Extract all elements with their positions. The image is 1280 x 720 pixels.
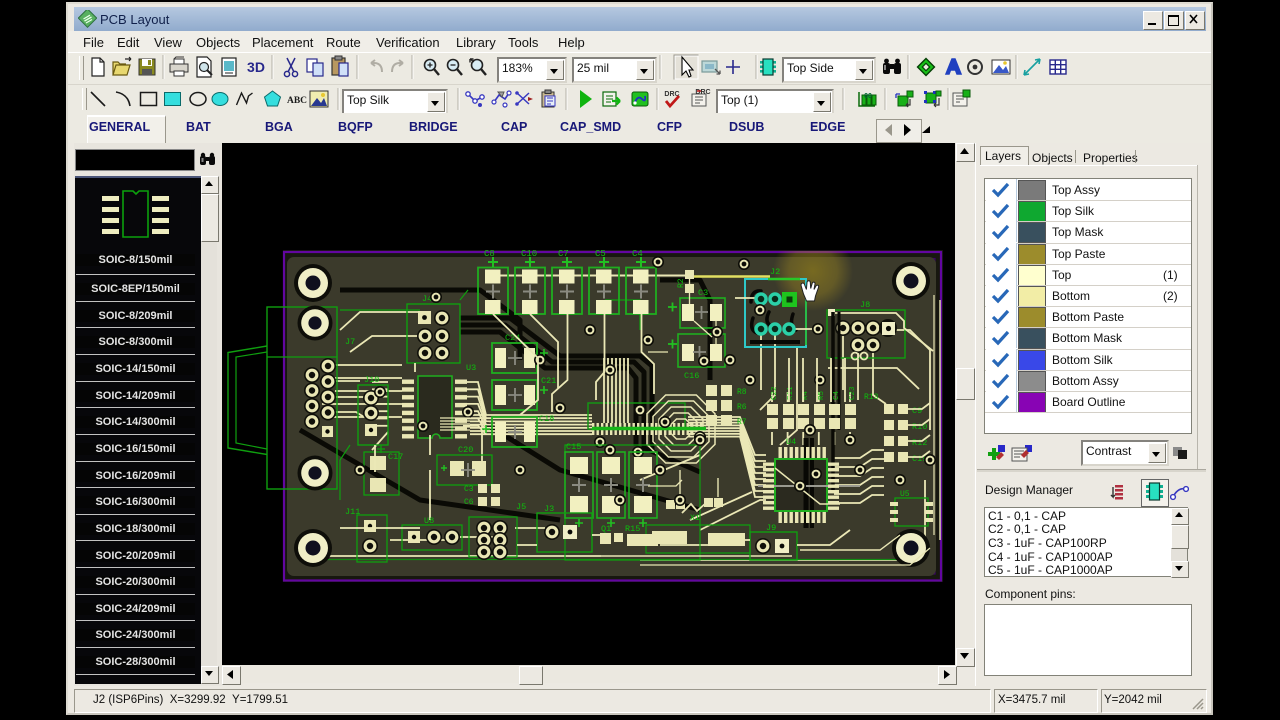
svg-text:C4: C4: [833, 390, 841, 400]
svg-text:C22: C22: [771, 386, 779, 400]
svg-text:C21: C21: [541, 376, 556, 386]
svg-text:J10: J10: [364, 375, 379, 385]
svg-text:U5: U5: [900, 490, 910, 499]
svg-text:C5: C5: [595, 249, 606, 259]
svg-text:C9: C9: [912, 406, 922, 416]
svg-text:3D: 3D: [247, 59, 265, 75]
svg-text:R2: R2: [677, 278, 686, 288]
svg-text:00: 00: [864, 93, 872, 100]
svg-text:R6: R6: [737, 403, 747, 412]
svg-text:U4: U4: [786, 437, 796, 447]
svg-text:C10: C10: [521, 249, 537, 259]
svg-text:C4: C4: [632, 249, 643, 259]
svg-text:R8: R8: [737, 388, 747, 397]
svg-text:J7: J7: [345, 337, 355, 347]
svg-text:U8: U8: [424, 516, 434, 526]
svg-text:C16: C16: [684, 371, 699, 381]
svg-text:Q1: Q1: [601, 524, 611, 534]
svg-text:J11: J11: [345, 507, 360, 517]
svg-text:C3: C3: [698, 288, 708, 298]
svg-text:J5: J5: [516, 502, 526, 512]
svg-text:C15: C15: [566, 442, 581, 452]
svg-text:J8: J8: [860, 300, 870, 310]
svg-text:R15: R15: [625, 524, 640, 534]
svg-text:R13: R13: [864, 393, 879, 402]
svg-text:C8: C8: [484, 249, 495, 259]
svg-text:J9: J9: [766, 523, 776, 533]
svg-text:C3: C3: [464, 485, 474, 494]
svg-text:R7: R7: [737, 418, 747, 427]
svg-text:C7: C7: [558, 249, 569, 259]
svg-text:J3: J3: [544, 504, 554, 514]
svg-text:C17: C17: [388, 452, 403, 462]
svg-text:ABC: ABC: [287, 96, 307, 106]
svg-text:C20: C20: [458, 445, 473, 455]
svg-text:DRC: DRC: [695, 89, 710, 96]
svg-text:X1: X1: [690, 514, 700, 523]
svg-text:C23: C23: [849, 386, 857, 400]
svg-text:C18: C18: [539, 414, 554, 424]
svg-text:R5: R5: [818, 390, 826, 400]
svg-text:U3: U3: [466, 363, 476, 373]
svg-text:C6: C6: [464, 498, 474, 507]
svg-text:J2: J2: [770, 267, 780, 277]
